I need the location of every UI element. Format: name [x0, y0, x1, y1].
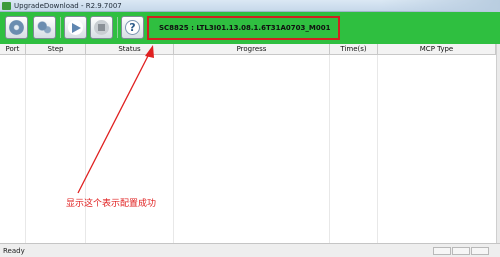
column-header-time[interactable]: Time(s)	[330, 44, 378, 55]
column-header-mcp-type[interactable]: MCP Type	[378, 44, 496, 55]
status-pane	[433, 247, 451, 255]
version-label: SC8825 : LTL3I01.13.08.1.6T31A0703_M001	[147, 16, 340, 40]
annotation-text: 显示这个表示配置成功	[66, 199, 157, 209]
start-button[interactable]	[64, 16, 87, 39]
settings-icon	[37, 20, 52, 35]
app-icon	[2, 2, 11, 10]
stop-button[interactable]	[90, 16, 113, 39]
status-text: Ready	[3, 247, 25, 255]
title-bar: UpgradeDownload - R2.9.7007	[0, 0, 500, 12]
vertical-scrollbar[interactable]	[496, 44, 500, 243]
window-title: UpgradeDownload - R2.9.7007	[14, 2, 122, 10]
column-divider	[377, 55, 378, 243]
toolbar-separator	[117, 17, 118, 38]
gear-button[interactable]	[5, 16, 28, 39]
column-divider	[329, 55, 330, 243]
column-header-status[interactable]: Status	[86, 44, 174, 55]
help-button[interactable]: ?	[121, 16, 144, 39]
help-icon: ?	[125, 20, 140, 35]
column-header-step[interactable]: Step	[26, 44, 86, 55]
column-header-progress[interactable]: Progress	[174, 44, 330, 55]
titlebar-background	[380, 0, 500, 12]
column-divider	[173, 55, 174, 243]
toolbar-separator	[60, 17, 61, 38]
play-icon	[68, 20, 83, 35]
stop-icon	[94, 20, 109, 35]
device-list[interactable]	[0, 55, 496, 243]
column-header-port[interactable]: Port	[0, 44, 26, 55]
status-pane	[452, 247, 470, 255]
column-divider	[25, 55, 26, 243]
gear-icon	[9, 20, 24, 35]
table-header: Port Step Status Progress Time(s) MCP Ty…	[0, 44, 496, 55]
status-bar: Ready	[0, 243, 500, 257]
column-divider	[85, 55, 86, 243]
settings-button[interactable]	[33, 16, 56, 39]
status-pane	[471, 247, 489, 255]
